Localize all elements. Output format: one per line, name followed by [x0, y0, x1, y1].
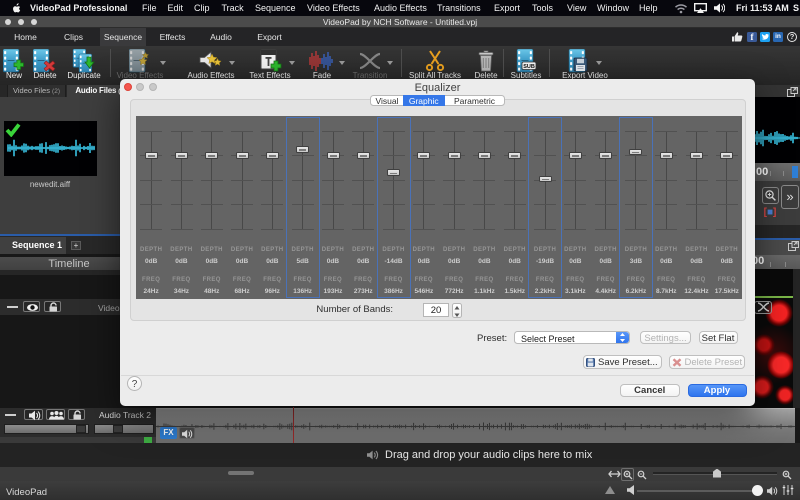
svg-text:SUB: SUB [523, 64, 535, 70]
